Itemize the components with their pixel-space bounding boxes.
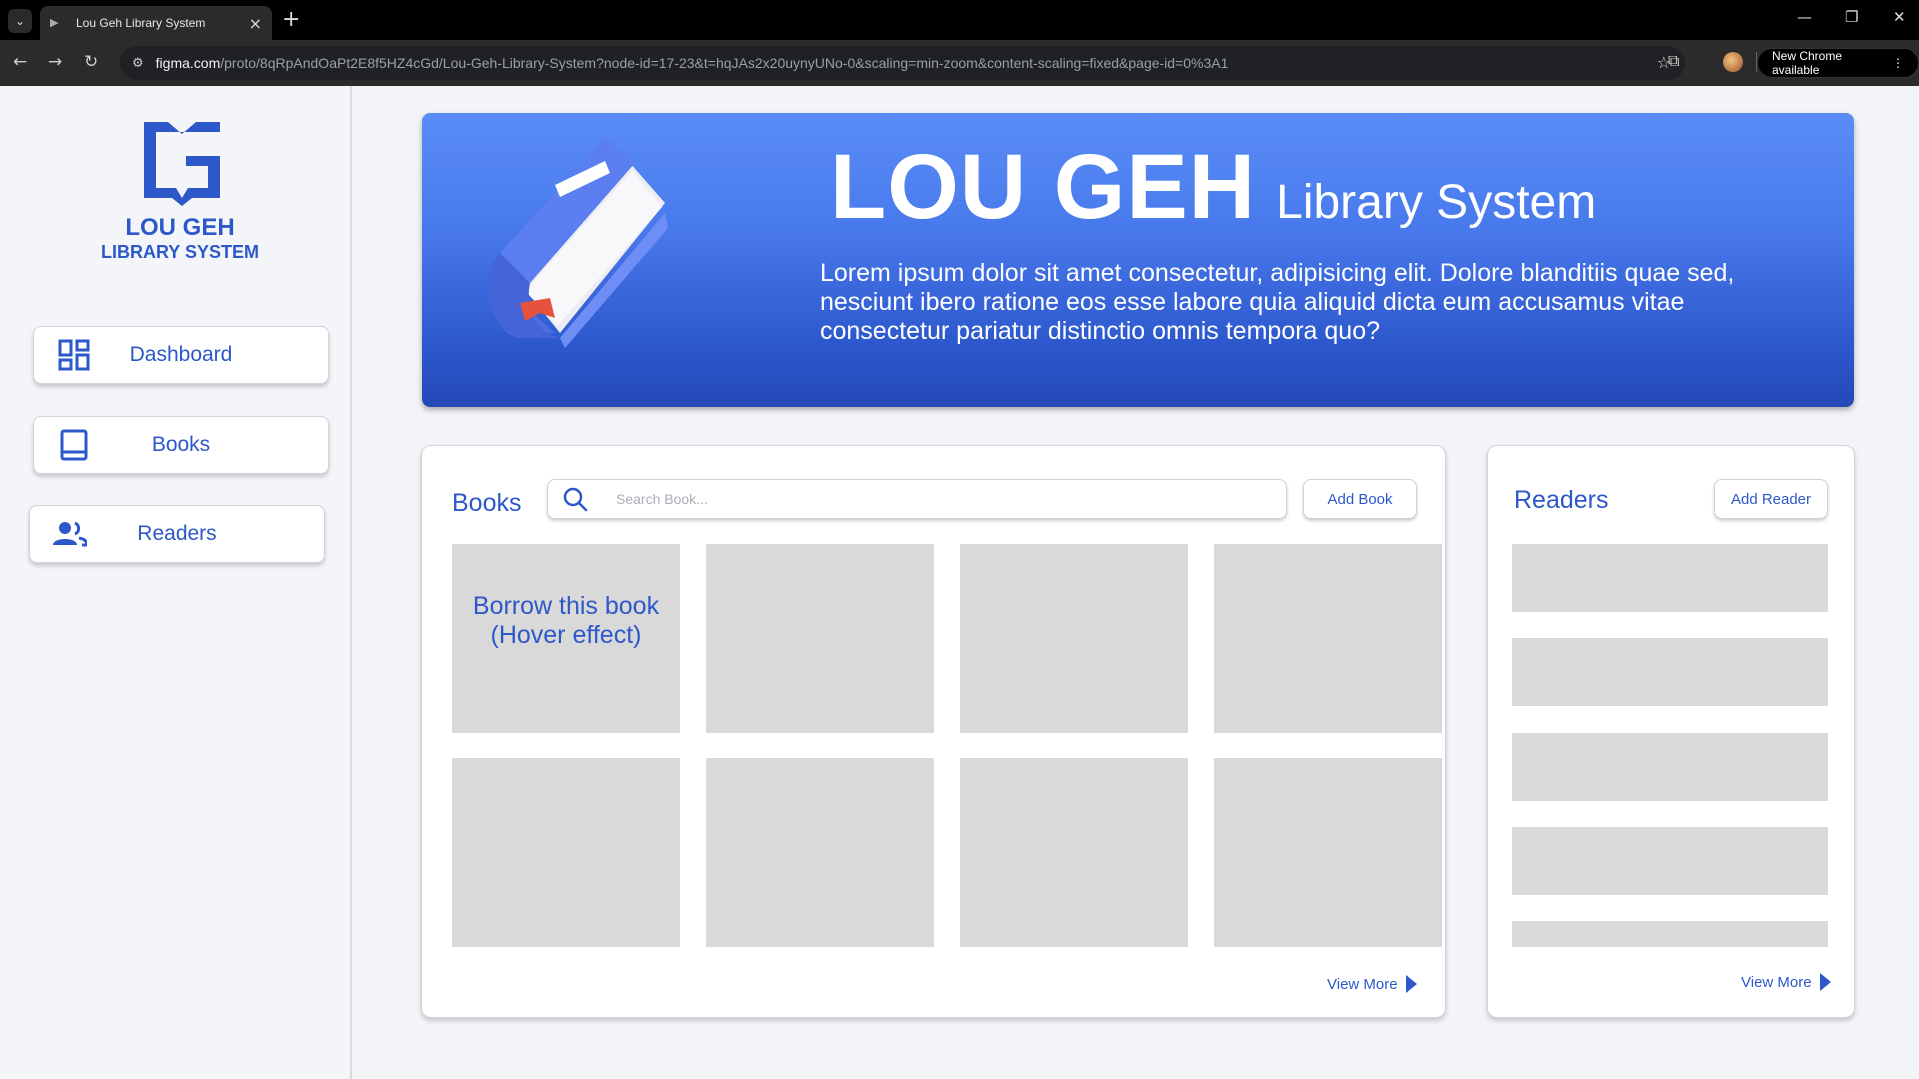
sidebar: LOU GEH LIBRARY SYSTEM Dashboard Books R… [0, 86, 352, 1079]
book-card[interactable]: Borrow this book (Hover effect) [452, 544, 680, 733]
browser-tab[interactable]: ▶ Lou Geh Library System × [40, 6, 272, 40]
books-title: Books [452, 489, 522, 517]
back-icon[interactable]: ← [13, 52, 27, 72]
figma-favicon-icon: ▶ [50, 17, 59, 29]
sidebar-item-readers[interactable]: Readers [29, 505, 325, 563]
tab-title: Lou Geh Library System [76, 16, 206, 30]
logo-subtitle: LIBRARY SYSTEM [100, 242, 260, 262]
book-card[interactable] [1214, 544, 1442, 733]
search-book-input[interactable] [616, 491, 1256, 507]
readers-view-more-link[interactable]: View More [1741, 973, 1831, 991]
site-info-icon[interactable]: ⚙ [132, 56, 144, 71]
hero-title-main: LOU GEH [830, 136, 1257, 238]
book-card[interactable] [960, 758, 1188, 947]
sidebar-item-label: Dashboard [129, 343, 233, 366]
sidebar-item-dashboard[interactable]: Dashboard [33, 326, 329, 384]
view-more-label: View More [1327, 975, 1398, 993]
books-view-more-link[interactable]: View More [1327, 975, 1417, 993]
minimize-icon[interactable]: — [1797, 8, 1812, 26]
reader-row[interactable] [1512, 827, 1828, 895]
restore-icon[interactable]: ❐ [1845, 8, 1858, 26]
omnibox[interactable]: ⚙ figma.com/proto/8qRpAndOaPt2E8f5HZ4cGd… [120, 46, 1685, 80]
new-chrome-available-button[interactable]: New Chrome available ⋮ [1757, 48, 1919, 78]
sidebar-item-books[interactable]: Books [33, 416, 329, 474]
forward-icon[interactable]: → [48, 52, 62, 72]
borrow-hover-text: Borrow this book (Hover effect) [472, 592, 660, 649]
readers-title: Readers [1514, 486, 1609, 514]
books-panel: Books Add Book Borrow this book (Hover e… [421, 445, 1446, 1018]
book-card[interactable] [1214, 758, 1442, 947]
book-card[interactable] [706, 758, 934, 947]
hero-title-sub: Library System [1276, 176, 1597, 229]
reader-row[interactable] [1512, 921, 1828, 947]
reload-icon[interactable]: ↻ [84, 52, 98, 72]
tab-search-button[interactable]: ⌄ [8, 9, 32, 33]
add-book-button[interactable]: Add Book [1303, 479, 1417, 519]
reader-row[interactable] [1512, 544, 1828, 612]
lou-geh-logo-icon [144, 122, 220, 206]
reader-row[interactable] [1512, 638, 1828, 706]
book-card[interactable] [706, 544, 934, 733]
sidebar-item-label: Readers [137, 522, 217, 545]
more-menu-icon: ⋮ [1892, 56, 1904, 70]
search-book-field[interactable] [547, 479, 1287, 519]
book-icon [34, 429, 114, 461]
hero-banner: LOU GEH Library System Lorem ipsum dolor … [422, 113, 1854, 407]
profile-avatar[interactable] [1723, 52, 1743, 72]
play-arrow-icon [1405, 975, 1417, 993]
sidebar-item-label: Books [151, 433, 211, 456]
book-card[interactable] [960, 544, 1188, 733]
browser-tab-bar: ⌄ ▶ Lou Geh Library System × + — ❐ ✕ [0, 0, 1919, 40]
people-icon [30, 521, 110, 547]
hero-description: Lorem ipsum dolor sit amet consectetur, … [820, 259, 1735, 345]
search-icon [548, 486, 602, 512]
extensions-icon[interactable]: ⧉ [1668, 51, 1679, 71]
play-arrow-icon [1819, 973, 1831, 991]
reader-row[interactable] [1512, 733, 1828, 801]
close-window-icon[interactable]: ✕ [1893, 8, 1906, 26]
url-text[interactable]: figma.com/proto/8qRpAndOaPt2E8f5HZ4cGd/L… [156, 55, 1229, 71]
readers-panel: Readers Add Reader View More [1487, 445, 1855, 1018]
book-card[interactable] [452, 758, 680, 947]
dashboard-icon [34, 339, 114, 371]
logo-title: LOU GEH [125, 214, 235, 241]
new-tab-button[interactable]: + [282, 7, 300, 32]
view-more-label: View More [1741, 973, 1812, 991]
address-bar-row: ← → ↻ ⚙ figma.com/proto/8qRpAndOaPt2E8f5… [0, 40, 1919, 86]
book-illustration-icon [488, 138, 668, 348]
hero-title: LOU GEH Library System [830, 135, 1596, 240]
new-chrome-label: New Chrome available [1772, 49, 1843, 77]
add-reader-button[interactable]: Add Reader [1714, 479, 1828, 519]
close-tab-icon[interactable]: × [249, 14, 262, 33]
